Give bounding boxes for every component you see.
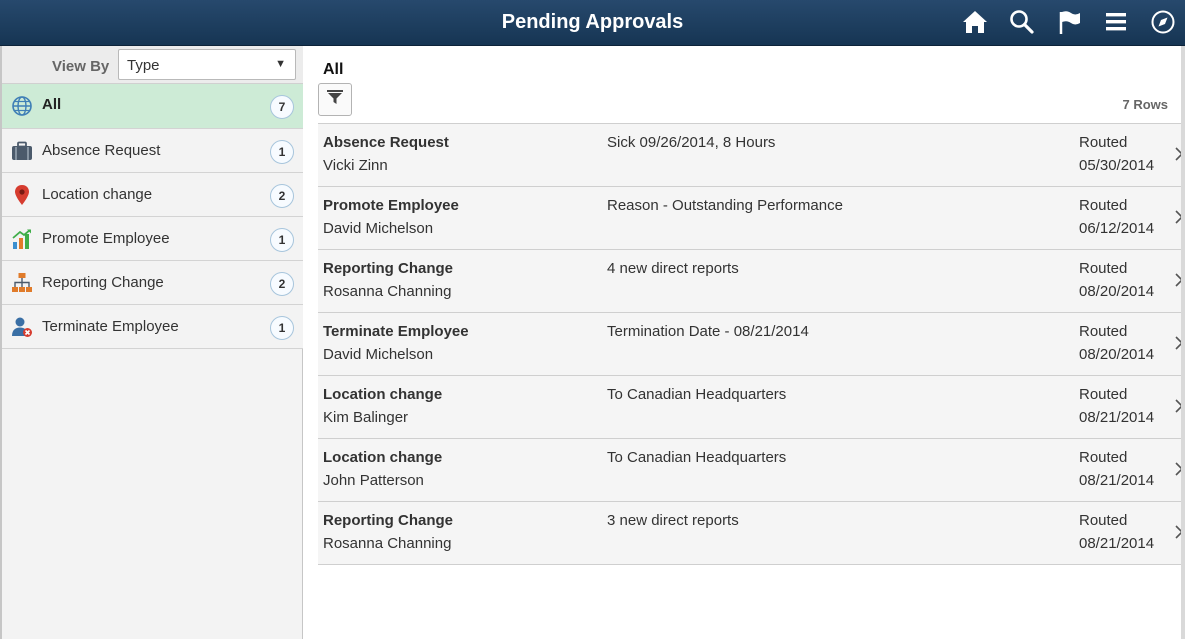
row-name: David Michelson	[323, 346, 434, 363]
row-description: Reason - Outstanding Performance	[607, 197, 843, 214]
row-description: 3 new direct reports	[607, 512, 739, 529]
row-status: Routed	[1079, 260, 1128, 277]
row-date: 08/20/2014	[1079, 346, 1155, 363]
globe-icon	[11, 95, 33, 117]
row-status: Routed	[1079, 449, 1128, 466]
section-title: All	[323, 61, 344, 78]
row-date: 08/21/2014	[1079, 409, 1155, 426]
category-item-reporting-change[interactable]: Reporting Change 2	[2, 261, 303, 305]
view-by-label: View By	[52, 58, 110, 75]
category-label: Absence Request	[42, 142, 161, 159]
category-item-terminate-employee[interactable]: Terminate Employee 1	[2, 305, 303, 349]
briefcase-icon	[11, 140, 33, 162]
filter-button[interactable]	[318, 83, 352, 116]
row-description: 4 new direct reports	[607, 260, 739, 277]
category-label: Terminate Employee	[42, 318, 179, 335]
search-icon[interactable]	[1007, 7, 1037, 37]
row-date: 06/12/2014	[1079, 220, 1155, 237]
category-item-absence-request[interactable]: Absence Request 1	[2, 129, 303, 173]
row-type: Location change	[323, 386, 443, 403]
approval-row[interactable]: Promote Employee David Michelson Reason …	[318, 187, 1184, 250]
row-type: Location change	[323, 449, 443, 466]
count-badge: 1	[270, 228, 294, 252]
category-item-promote-employee[interactable]: Promote Employee 1	[2, 217, 303, 261]
row-status: Routed	[1079, 512, 1128, 529]
row-name: Rosanna Channing	[323, 283, 452, 300]
top-banner: Pending Approvals	[0, 0, 1185, 46]
flag-icon[interactable]	[1055, 7, 1085, 37]
approvals-list: Absence Request Vicki Zinn Sick 09/26/20…	[318, 123, 1184, 565]
row-date: 08/20/2014	[1079, 283, 1155, 300]
row-status: Routed	[1079, 197, 1128, 214]
count-badge: 1	[270, 140, 294, 164]
category-label: All	[42, 96, 62, 113]
row-name: David Michelson	[323, 220, 434, 237]
row-name: Rosanna Channing	[323, 535, 452, 552]
navbar-icon[interactable]	[1148, 7, 1178, 37]
row-name: John Patterson	[323, 472, 424, 489]
menu-icon[interactable]	[1101, 7, 1131, 37]
org-chart-icon	[11, 272, 33, 294]
row-type: Absence Request	[323, 134, 449, 151]
count-badge: 7	[270, 95, 294, 119]
category-item-location-change[interactable]: Location change 2	[2, 173, 303, 217]
row-name: Kim Balinger	[323, 409, 409, 426]
row-type: Reporting Change	[323, 512, 453, 529]
rows-count: 7 Rows	[1122, 97, 1168, 112]
category-item-all[interactable]: All 7	[2, 84, 303, 129]
category-list: All 7 Absence Request 1 Location change …	[2, 84, 303, 349]
row-description: Sick 09/26/2014, 8 Hours	[607, 134, 776, 151]
row-type: Promote Employee	[323, 197, 459, 214]
row-description: Termination Date - 08/21/2014	[607, 323, 809, 340]
chevron-down-icon: ▼	[275, 58, 286, 70]
category-panel: View By Type ▼ All 7 Absence Request 1 L…	[0, 46, 303, 639]
category-label: Reporting Change	[42, 274, 164, 291]
filter-icon	[326, 88, 344, 111]
home-icon[interactable]	[960, 7, 990, 37]
row-date: 08/21/2014	[1079, 535, 1155, 552]
row-status: Routed	[1079, 134, 1128, 151]
view-by-select[interactable]: Type ▼	[118, 49, 296, 80]
count-badge: 2	[270, 272, 294, 296]
category-label: Promote Employee	[42, 230, 170, 247]
count-badge: 1	[270, 316, 294, 340]
view-by-bar: View By Type ▼	[2, 46, 303, 84]
map-pin-icon	[11, 184, 33, 206]
category-label: Location change	[42, 186, 153, 203]
view-by-value: Type	[127, 57, 160, 74]
growth-chart-icon	[11, 228, 33, 250]
row-description: To Canadian Headquarters	[607, 386, 787, 403]
approval-row[interactable]: Reporting Change Rosanna Channing 3 new …	[318, 502, 1184, 565]
row-type: Terminate Employee	[323, 323, 469, 340]
count-badge: 2	[270, 184, 294, 208]
approval-row[interactable]: Location change John Patterson To Canadi…	[318, 439, 1184, 502]
row-name: Vicki Zinn	[323, 157, 388, 174]
row-description: To Canadian Headquarters	[607, 449, 787, 466]
approval-row[interactable]: Reporting Change Rosanna Channing 4 new …	[318, 250, 1184, 313]
approval-row[interactable]: Location change Kim Balinger To Canadian…	[318, 376, 1184, 439]
approval-row[interactable]: Terminate Employee David Michelson Termi…	[318, 313, 1184, 376]
row-status: Routed	[1079, 386, 1128, 403]
scrollbar[interactable]	[1181, 46, 1185, 639]
row-type: Reporting Change	[323, 260, 453, 277]
row-date: 05/30/2014	[1079, 157, 1155, 174]
approval-row[interactable]: Absence Request Vicki Zinn Sick 09/26/20…	[318, 124, 1184, 187]
row-date: 08/21/2014	[1079, 472, 1155, 489]
row-status: Routed	[1079, 323, 1128, 340]
remove-user-icon	[11, 316, 33, 338]
approvals-panel: All 7 Rows Absence Request Vicki Zinn Si…	[304, 46, 1185, 639]
